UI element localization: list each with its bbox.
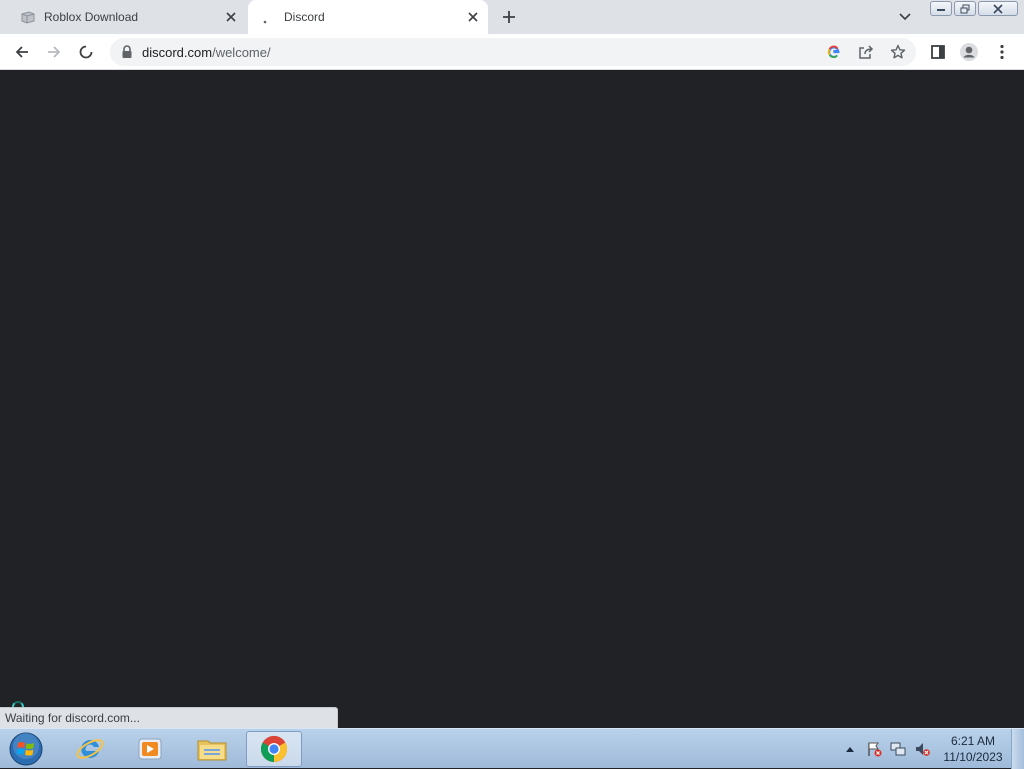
action-center-flag-icon[interactable] bbox=[866, 741, 882, 757]
tab-roblox-download[interactable]: Roblox Download bbox=[8, 0, 246, 34]
loading-spinner-icon bbox=[260, 9, 276, 25]
menu-kebab-icon[interactable] bbox=[990, 40, 1014, 64]
show-hidden-icons-icon[interactable] bbox=[842, 741, 858, 757]
tab-strip: Roblox Download Discord bbox=[0, 0, 1024, 34]
page-favicon-icon bbox=[20, 9, 36, 25]
internet-explorer-icon[interactable] bbox=[62, 731, 118, 767]
url-host: discord.com bbox=[142, 45, 213, 60]
close-tab-icon[interactable] bbox=[222, 8, 240, 26]
lock-icon[interactable] bbox=[120, 44, 134, 60]
forward-button[interactable] bbox=[42, 40, 66, 64]
start-button[interactable] bbox=[6, 731, 46, 767]
google-lens-icon[interactable] bbox=[824, 42, 844, 62]
url-path: /welcome/ bbox=[212, 45, 271, 60]
status-bubble: Waiting for discord.com... bbox=[0, 707, 338, 728]
stop-loading-icon[interactable] bbox=[74, 40, 98, 64]
tab-title: Roblox Download bbox=[44, 10, 139, 24]
restore-button[interactable] bbox=[954, 1, 976, 16]
volume-muted-icon[interactable] bbox=[914, 741, 930, 757]
window-controls bbox=[930, 1, 1018, 16]
profile-avatar-icon[interactable] bbox=[957, 40, 981, 64]
back-button[interactable] bbox=[10, 40, 34, 64]
tab-search-chevron-icon[interactable] bbox=[895, 7, 915, 27]
url-text[interactable]: discord.com/welcome/ bbox=[142, 45, 271, 60]
taskbar: 6:21 AM 11/10/2023 bbox=[0, 728, 1024, 769]
new-tab-button[interactable] bbox=[498, 6, 520, 28]
page-content: Waiting for discord.com... bbox=[0, 70, 1024, 728]
clock-date: 11/10/2023 bbox=[943, 750, 1003, 764]
show-desktop-button[interactable] bbox=[1011, 729, 1024, 769]
side-panel-icon[interactable] bbox=[926, 40, 950, 64]
media-player-icon[interactable] bbox=[122, 731, 178, 767]
clock-time: 6:21 AM bbox=[950, 734, 996, 748]
browser-toolbar: discord.com/welcome/ bbox=[0, 34, 1024, 70]
minimize-button[interactable] bbox=[930, 1, 952, 16]
taskbar-clock[interactable]: 6:21 AM 11/10/2023 bbox=[940, 733, 1006, 765]
tab-title: Discord bbox=[284, 10, 325, 24]
chrome-icon[interactable] bbox=[246, 731, 302, 767]
address-bar[interactable]: discord.com/welcome/ bbox=[110, 38, 916, 66]
tab-discord[interactable]: Discord bbox=[248, 0, 488, 34]
network-icon[interactable] bbox=[890, 741, 906, 757]
share-icon[interactable] bbox=[856, 42, 876, 62]
status-text: Waiting for discord.com... bbox=[5, 711, 140, 725]
bookmark-star-icon[interactable] bbox=[888, 42, 908, 62]
file-explorer-icon[interactable] bbox=[184, 731, 240, 767]
close-window-button[interactable] bbox=[978, 1, 1018, 16]
close-tab-icon[interactable] bbox=[464, 8, 482, 26]
